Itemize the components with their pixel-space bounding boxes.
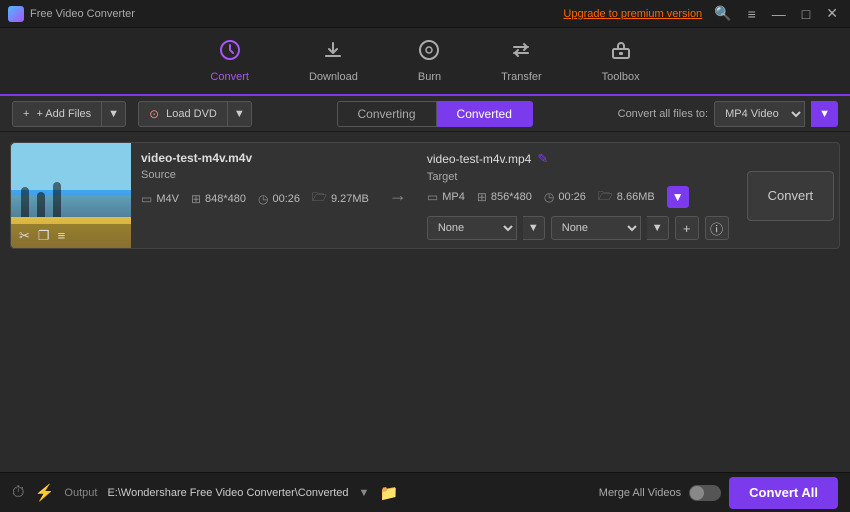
title-bar: Free Video Converter Upgrade to premium … — [0, 0, 850, 28]
copy-icon[interactable]: ❐ — [38, 228, 50, 244]
format-select[interactable]: MP4 Video AVI Video MOV Video — [714, 101, 805, 127]
app-icon — [8, 6, 24, 22]
source-duration: ◷ 00:26 — [258, 192, 300, 206]
maximize-btn[interactable]: □ — [798, 6, 814, 22]
film-icon: ▭ — [141, 192, 152, 206]
toggle-knob — [690, 486, 704, 500]
tab-converting[interactable]: Converting — [337, 101, 437, 127]
convert-all-button[interactable]: Convert All — [729, 477, 838, 509]
nav-toolbox[interactable]: Toolbox — [592, 35, 650, 87]
format-select-arrow[interactable]: ▼ — [811, 101, 838, 127]
target-duration: ◷ 00:26 — [544, 190, 586, 204]
nav-download-label: Download — [309, 71, 358, 83]
nav-toolbox-label: Toolbox — [602, 71, 640, 83]
output-path: E:\Wondershare Free Video Converter\Conv… — [107, 487, 348, 499]
target-name-row: video-test-m4v.mp4 ✎ — [427, 151, 729, 167]
merge-toggle[interactable] — [689, 485, 721, 501]
source-label: Source — [141, 169, 369, 181]
nav-convert-label: Convert — [210, 71, 249, 83]
nav-bar: Convert Download Burn Transfer — [0, 28, 850, 96]
target-label: Target — [427, 171, 729, 183]
target-filename: video-test-m4v.mp4 — [427, 152, 531, 166]
close-btn[interactable]: ✕ — [822, 5, 842, 22]
transfer-icon — [510, 39, 532, 67]
add-files-arrow[interactable]: ▼ — [102, 101, 126, 127]
app-title: Free Video Converter — [30, 8, 135, 20]
edit-icon[interactable]: ✎ — [537, 151, 548, 167]
source-format: ▭ M4V — [141, 192, 179, 206]
effect-arrow-2[interactable]: ▼ — [647, 216, 669, 240]
add-files-label: + Add Files — [36, 108, 91, 120]
convert-icon — [219, 39, 241, 67]
add-effect-btn[interactable]: + — [675, 216, 699, 240]
target-format-btn[interactable]: ▼ — [667, 186, 689, 208]
nav-burn[interactable]: Burn — [408, 35, 451, 87]
burn-icon — [418, 39, 440, 67]
res-icon: ⊞ — [191, 192, 201, 206]
folder-icon2: 🗁 — [598, 187, 613, 208]
title-bar-left: Free Video Converter — [8, 6, 135, 22]
source-meta: ▭ M4V ⊞ 848*480 ◷ 00:26 🗁 9.27MB — [141, 188, 369, 209]
convert-all-label: Convert all files to: — [618, 108, 708, 120]
nav-download[interactable]: Download — [299, 35, 368, 87]
main-content: ✂ ❐ ≡ video-test-m4v.m4v Source ▭ M4V ⊞ … — [0, 132, 850, 472]
plus-icon: + — [23, 108, 29, 120]
source-filename: video-test-m4v.m4v — [141, 151, 369, 165]
effect-arrow-1[interactable]: ▼ — [523, 216, 545, 240]
file-item: ✂ ❐ ≡ video-test-m4v.m4v Source ▭ M4V ⊞ … — [10, 142, 840, 249]
convert-button[interactable]: Convert — [747, 171, 835, 221]
menu-btn[interactable]: ≡ — [744, 6, 760, 22]
target-format: ▭ MP4 — [427, 190, 465, 204]
status-bar: ⏱ ⚡ Output E:\Wondershare Free Video Con… — [0, 472, 850, 512]
info-btn[interactable]: ⓘ — [705, 216, 729, 240]
load-dvd-arrow[interactable]: ▼ — [228, 101, 252, 127]
effect-row: None ▼ None ▼ + ⓘ — [427, 216, 729, 240]
file-thumbnail: ✂ ❐ ≡ — [11, 143, 131, 248]
merge-label: Merge All Videos — [599, 487, 681, 499]
tabs: Converting Converted — [252, 101, 618, 127]
effect-select-2[interactable]: None — [551, 216, 641, 240]
merge-section: Merge All Videos Convert All — [599, 477, 838, 509]
scissors-icon[interactable]: ✂ — [19, 228, 30, 244]
target-meta: ▭ MP4 ⊞ 856*480 ◷ 00:26 🗁 8.66MB ▼ — [427, 186, 729, 208]
minimize-btn[interactable]: — — [768, 6, 790, 22]
effect-select-1[interactable]: None — [427, 216, 517, 240]
target-resolution: ⊞ 856*480 — [477, 190, 532, 204]
folder-icon: 🗁 — [312, 188, 327, 209]
nav-transfer-label: Transfer — [501, 71, 542, 83]
load-dvd-button[interactable]: ⊙ Load DVD — [138, 101, 228, 127]
upgrade-link[interactable]: Upgrade to premium version — [563, 8, 702, 20]
source-size: 🗁 9.27MB — [312, 188, 369, 209]
output-dropdown-arrow[interactable]: ▼ — [359, 487, 370, 499]
file-info: video-test-m4v.m4v Source ▭ M4V ⊞ 848*48… — [131, 143, 379, 248]
clock-icon: ◷ — [258, 192, 268, 206]
nav-convert[interactable]: Convert — [200, 35, 259, 87]
title-bar-right: Upgrade to premium version 🔍 ≡ — □ ✕ — [563, 5, 842, 22]
res-icon2: ⊞ — [477, 190, 487, 204]
search-btn[interactable]: 🔍 — [710, 5, 735, 22]
load-dvd-label: Load DVD — [166, 108, 217, 120]
arrow-icon: → — [379, 185, 417, 206]
add-files-button[interactable]: + + Add Files — [12, 101, 102, 127]
source-resolution: ⊞ 848*480 — [191, 192, 246, 206]
film-icon2: ▭ — [427, 190, 438, 204]
toolbox-icon — [610, 39, 632, 67]
nav-burn-label: Burn — [418, 71, 441, 83]
clock-icon2: ◷ — [544, 190, 554, 204]
target-size: 🗁 8.66MB — [598, 187, 655, 208]
output-label: Output — [64, 487, 97, 499]
tab-converted[interactable]: Converted — [437, 101, 533, 127]
nav-transfer[interactable]: Transfer — [491, 35, 552, 87]
toolbar: + + Add Files ▼ ⊙ Load DVD ▼ Converting … — [0, 96, 850, 132]
lightning-icon[interactable]: ⚡ — [34, 483, 54, 503]
thumb-actions: ✂ ❐ ≡ — [11, 224, 131, 248]
clock-status-icon[interactable]: ⏱ — [12, 484, 24, 502]
target-section: video-test-m4v.mp4 ✎ Target ▭ MP4 ⊞ 856*… — [417, 143, 739, 248]
list-icon[interactable]: ≡ — [58, 228, 66, 244]
dvd-icon: ⊙ — [149, 107, 159, 121]
open-folder-icon[interactable]: 📁 — [379, 484, 398, 502]
convert-all-select: Convert all files to: MP4 Video AVI Vide… — [618, 101, 838, 127]
download-icon — [322, 39, 344, 67]
